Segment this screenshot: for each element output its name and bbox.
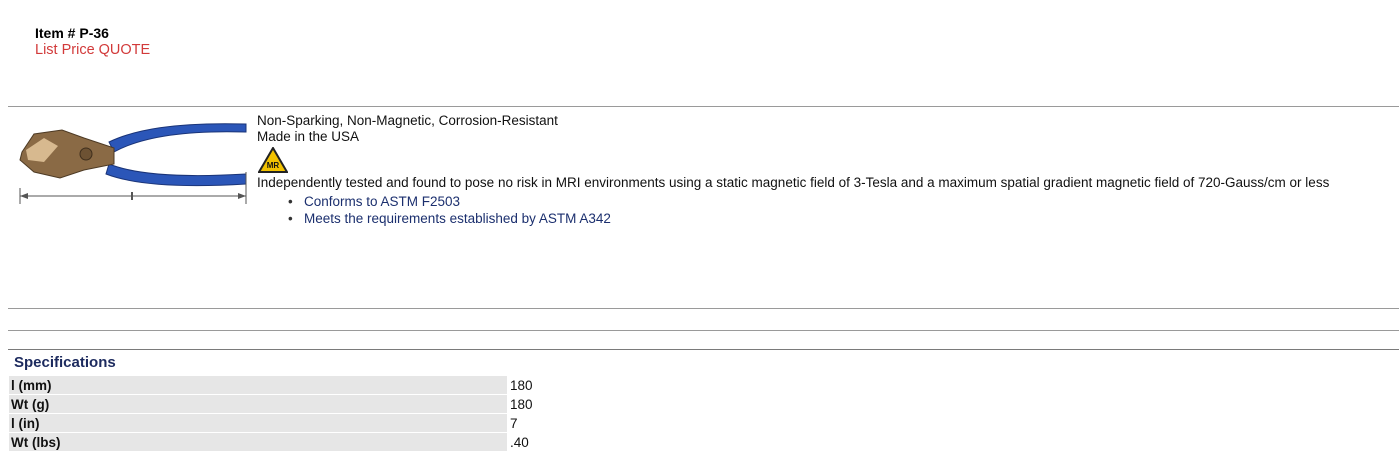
spec-value: .40	[507, 432, 1399, 452]
list-item: Conforms to ASTM F2503	[288, 193, 1329, 210]
item-header: Item # P-36 List Price QUOTE	[35, 25, 150, 59]
spec-label: Wt (g)	[8, 394, 508, 414]
table-row: Wt (g) 180	[8, 394, 1399, 414]
pliers-icon	[19, 123, 247, 204]
divider-middle	[8, 308, 1399, 309]
specifications-title: Specifications	[14, 354, 116, 371]
spec-label: Wt (lbs)	[8, 432, 508, 452]
spec-label: l (mm)	[8, 375, 508, 395]
table-row: l (mm) 180	[8, 375, 1399, 395]
spec-value: 7	[507, 413, 1399, 433]
mr-badge-text: MR	[267, 161, 280, 170]
product-info: Non-Sparking, Non-Magnetic, Corrosion-Re…	[257, 113, 1329, 227]
standards-list: Conforms to ASTM F2503 Meets the require…	[257, 193, 1329, 227]
specifications-table: l (mm) 180 Wt (g) 180 l (in) 7 Wt (lbs) …	[8, 375, 1399, 452]
list-price: List Price QUOTE	[35, 42, 151, 58]
mri-statement: Independently tested and found to pose n…	[257, 175, 1330, 190]
list-item: Meets the requirements established by AS…	[288, 210, 1329, 227]
spec-label: l (in)	[8, 413, 508, 433]
divider-specs	[8, 349, 1399, 350]
divider-top	[8, 106, 1399, 107]
spec-value: 180	[507, 375, 1399, 395]
table-row: l (in) 7	[8, 413, 1399, 433]
table-row: Wt (lbs) .40	[8, 432, 1399, 452]
mr-safe-icon: MR	[258, 147, 288, 173]
feature-line: Made in the USA	[257, 129, 360, 144]
spec-value: 180	[507, 394, 1399, 414]
feature-line: Non-Sparking, Non-Magnetic, Corrosion-Re…	[257, 113, 558, 128]
item-number: Item # P-36	[35, 25, 109, 41]
divider-lower	[8, 330, 1399, 331]
